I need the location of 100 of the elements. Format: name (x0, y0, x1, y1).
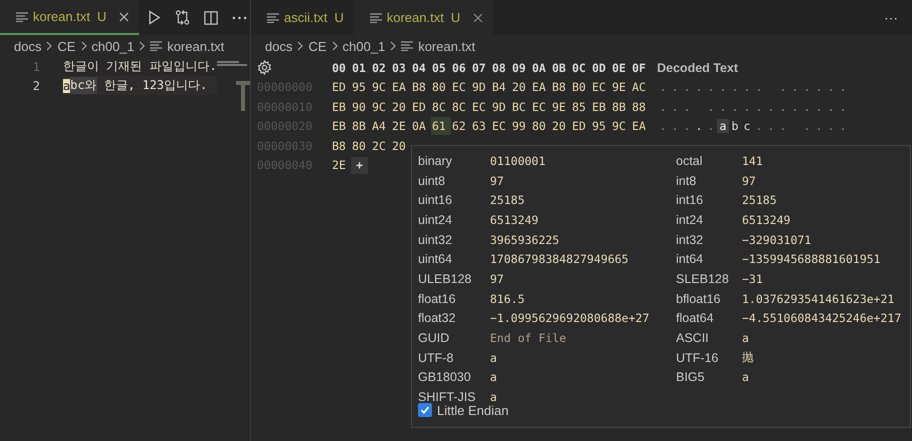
hex-byte[interactable]: BC (511, 98, 531, 116)
more-button[interactable]: ⋯ (870, 0, 912, 35)
hex-byte[interactable]: 9E (551, 98, 571, 116)
decoded-char[interactable]: . (765, 119, 777, 134)
breadcrumb-item[interactable]: korean.txt (167, 38, 224, 54)
decoded-char[interactable]: . (813, 100, 825, 114)
hex-byte[interactable]: EC (591, 78, 611, 96)
hex-byte[interactable]: 8C (451, 98, 471, 116)
hex-byte[interactable]: EC (491, 117, 511, 136)
hex-byte[interactable]: B4 (491, 78, 511, 96)
hex-byte[interactable]: 95 (591, 117, 611, 136)
decoded-char[interactable]: . (669, 119, 681, 134)
add-byte-button[interactable]: + (351, 156, 368, 174)
breadcrumb-item[interactable]: CE (308, 38, 327, 54)
breadcrumb-item[interactable]: docs (14, 38, 42, 54)
hex-byte[interactable]: 20 (391, 136, 411, 155)
scrollbar-thumb[interactable] (236, 81, 250, 111)
decoded-char[interactable]: . (789, 100, 801, 114)
hex-byte[interactable]: 8B (351, 117, 371, 136)
decoded-char[interactable]: . (693, 80, 705, 94)
hex-byte[interactable]: B8 (331, 136, 351, 155)
hex-byte[interactable]: B0 (571, 78, 591, 96)
decoded-char[interactable]: . (741, 100, 753, 114)
decoded-char[interactable]: . (801, 119, 813, 134)
breadcrumb-item[interactable]: korean.txt (418, 38, 476, 54)
decoded-char[interactable]: . (777, 100, 789, 114)
hex-byte[interactable]: 0A (411, 117, 431, 136)
decoded-char[interactable]: . (705, 80, 717, 94)
hex-byte[interactable]: 85 (571, 98, 591, 116)
decoded-char[interactable]: . (657, 80, 669, 94)
hex-byte[interactable]: 99 (511, 117, 531, 136)
hex-byte[interactable]: 9E (611, 78, 631, 96)
decoded-char[interactable]: . (825, 119, 837, 134)
decoded-char[interactable]: . (753, 119, 765, 134)
decoded-char[interactable]: . (837, 80, 849, 94)
decoded-char[interactable]: . (825, 100, 837, 114)
hex-byte[interactable]: 80 (351, 136, 371, 155)
decoded-char[interactable]: . (741, 80, 753, 94)
breadcrumb-item[interactable]: CE (57, 38, 76, 54)
run-icon[interactable] (148, 10, 162, 25)
decoded-char[interactable]: . (681, 119, 693, 134)
decoded-char[interactable]: . (669, 100, 681, 114)
decoded-char[interactable]: . (705, 119, 717, 134)
hex-byte[interactable]: EB (331, 117, 351, 136)
decoded-char[interactable]: . (717, 100, 729, 114)
decoded-char[interactable]: . (681, 100, 693, 114)
editor-tab[interactable]: korean.txt U (354, 0, 494, 35)
hex-byte[interactable]: 61 (431, 117, 451, 136)
hex-byte[interactable]: 8C (431, 98, 451, 116)
decoded-char[interactable]: . (657, 119, 669, 134)
decoded-char[interactable]: . (777, 80, 789, 94)
checkbox-label[interactable]: Little Endian (437, 402, 509, 418)
close-icon[interactable] (119, 12, 130, 22)
hex-byte[interactable]: B8 (551, 78, 571, 96)
hex-byte[interactable]: 80 (531, 117, 551, 136)
hex-byte[interactable]: 9C (371, 78, 391, 96)
hex-byte[interactable]: B8 (411, 78, 431, 96)
hex-byte[interactable]: 20 (511, 78, 531, 96)
hex-byte[interactable]: EB (591, 98, 611, 116)
decoded-char[interactable]: c (741, 119, 753, 134)
hex-byte[interactable]: 20 (391, 98, 411, 116)
split-editor-icon[interactable] (204, 10, 218, 24)
decoded-char[interactable]: . (705, 100, 717, 114)
hex-byte[interactable]: 90 (351, 98, 371, 116)
hex-byte[interactable]: 80 (431, 78, 451, 96)
decoded-char[interactable]: . (729, 80, 741, 94)
compare-changes-icon[interactable] (175, 10, 190, 25)
breadcrumb-item[interactable]: docs (265, 38, 292, 54)
checkbox[interactable] (418, 403, 432, 418)
hex-byte[interactable]: 88 (631, 98, 651, 116)
hex-byte[interactable]: EC (471, 98, 491, 116)
decoded-char[interactable]: a (717, 119, 729, 134)
decoded-char[interactable]: . (753, 100, 765, 114)
decoded-char[interactable]: . (669, 80, 681, 94)
breadcrumb-item[interactable]: ch00_1 (342, 38, 386, 54)
hex-byte[interactable]: EA (391, 78, 411, 96)
hex-byte[interactable]: 8B (611, 98, 631, 116)
decoded-char[interactable]: . (681, 80, 693, 94)
decoded-char[interactable]: . (837, 119, 849, 134)
decoded-char[interactable]: . (813, 80, 825, 94)
hex-byte[interactable]: 9D (471, 78, 491, 96)
decoded-char[interactable]: . (837, 100, 849, 114)
hex-byte[interactable]: EC (451, 78, 471, 96)
hex-byte[interactable]: 2E (331, 156, 351, 174)
decoded-char[interactable]: . (753, 80, 765, 94)
hex-byte[interactable]: EA (531, 78, 551, 96)
decoded-char[interactable]: b (729, 119, 741, 134)
hex-byte[interactable]: 2C (371, 136, 391, 155)
hex-byte[interactable]: ED (331, 78, 351, 96)
hex-byte[interactable]: EB (331, 98, 351, 116)
hex-byte[interactable]: 9D (491, 98, 511, 116)
breadcrumb-item[interactable]: ch00_1 (92, 38, 134, 54)
hex-byte[interactable]: 2E (391, 117, 411, 136)
hex-byte[interactable]: 63 (471, 117, 491, 136)
decoded-char[interactable]: . (789, 80, 801, 94)
decoded-char[interactable]: . (813, 119, 825, 134)
decoded-char[interactable]: . (777, 119, 789, 134)
hex-byte[interactable]: AC (631, 78, 651, 96)
decoded-char[interactable]: . (657, 100, 669, 114)
hex-byte[interactable]: 9C (371, 98, 391, 116)
